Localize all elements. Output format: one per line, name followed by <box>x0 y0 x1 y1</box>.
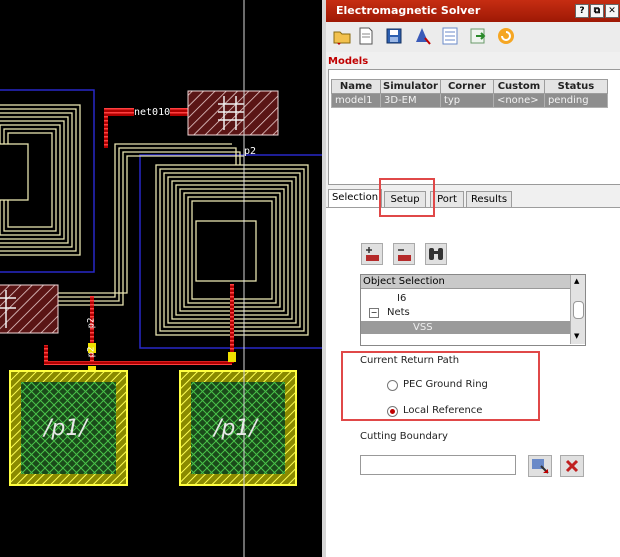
cell-name: model1 <box>331 93 381 108</box>
export-icon[interactable] <box>468 26 488 46</box>
local-reference-label[interactable]: Local Reference <box>403 405 482 416</box>
column-header-custom[interactable]: Custom <box>492 79 545 94</box>
binoculars-icon[interactable] <box>425 243 447 265</box>
models-section-label: Models <box>328 56 369 67</box>
toolbar <box>326 22 620 52</box>
models-table: Name Simulator Corner Custom Status mode… <box>331 79 608 108</box>
tree-item-i6[interactable]: I6 <box>397 293 406 304</box>
tree-item-vss[interactable]: VSS <box>413 322 433 333</box>
pad-label-1: /p1/ <box>44 416 87 441</box>
net-label: net010 <box>134 107 171 118</box>
pad-label-2: /p1/ <box>214 416 257 441</box>
remove-selection-icon[interactable] <box>393 243 415 265</box>
layout-drawing[interactable] <box>0 0 322 557</box>
layout-canvas[interactable]: net010 p2 p2 p2 /p1/ /p1/ <box>0 0 322 557</box>
pick-boundary-icon[interactable] <box>528 455 552 477</box>
table-row[interactable]: model1 3D-EM typ <none> pending <box>331 93 608 108</box>
tab-port[interactable]: Port <box>430 191 464 208</box>
models-table-container[interactable]: Name Simulator Corner Custom Status mode… <box>328 69 620 185</box>
cutting-boundary-label: Cutting Boundary <box>360 431 448 442</box>
refresh-icon[interactable] <box>496 26 516 46</box>
list-icon[interactable] <box>440 26 460 46</box>
cutting-boundary-input[interactable] <box>360 455 516 475</box>
column-header-corner[interactable]: Corner <box>439 79 494 94</box>
close-button[interactable]: ✕ <box>605 4 619 18</box>
local-reference-radio[interactable] <box>387 406 398 417</box>
table-header-row: Name Simulator Corner Custom Status <box>331 79 608 94</box>
scroll-up-icon[interactable]: ▲ <box>574 277 579 285</box>
pec-ground-ring-label[interactable]: PEC Ground Ring <box>403 379 488 390</box>
object-selection-tree[interactable]: Object Selection I6 − Nets VSS ▲ ▼ <box>360 274 586 346</box>
window-title: Electromagnetic Solver <box>336 4 481 17</box>
column-header-status[interactable]: Status <box>543 79 608 94</box>
title-bar[interactable]: Electromagnetic Solver ? ⧉ ✕ <box>326 0 620 22</box>
clear-boundary-icon[interactable] <box>560 455 584 477</box>
pec-ground-ring-radio[interactable] <box>387 380 398 391</box>
tab-selection[interactable]: Selection <box>328 189 382 209</box>
open-folder-icon[interactable] <box>332 26 352 46</box>
cell-status: pending <box>543 93 608 108</box>
add-selection-icon[interactable] <box>361 243 383 265</box>
restore-button[interactable]: ⧉ <box>590 4 604 18</box>
scroll-thumb[interactable] <box>573 301 584 319</box>
scroll-down-icon[interactable]: ▼ <box>574 332 579 340</box>
column-header-simulator[interactable]: Simulator <box>380 79 441 94</box>
column-header-name[interactable]: Name <box>331 79 381 94</box>
tab-results[interactable]: Results <box>466 191 512 208</box>
save-disk-icon[interactable] <box>384 26 404 46</box>
setup-tab-highlight <box>379 178 435 217</box>
radio-selected-dot <box>390 409 395 414</box>
cell-custom: <none> <box>492 93 545 108</box>
port-label-p2: p2 <box>244 146 257 157</box>
tree-header: Object Selection <box>361 275 571 289</box>
port-label-p2-vertical-b: p2 <box>86 346 97 358</box>
cell-simulator: 3D-EM <box>380 93 441 108</box>
tree-item-nets[interactable]: Nets <box>387 307 410 318</box>
new-document-icon[interactable] <box>356 26 376 46</box>
cell-corner: typ <box>439 93 494 108</box>
help-button[interactable]: ? <box>575 4 589 18</box>
port-label-p2-vertical-a: p2 <box>86 317 97 329</box>
tree-selected-row[interactable] <box>361 321 571 334</box>
wizard-hat-icon[interactable] <box>412 26 432 46</box>
tree-collapse-icon[interactable]: − <box>369 308 379 318</box>
tree-scrollbar[interactable]: ▲ ▼ <box>570 275 585 344</box>
